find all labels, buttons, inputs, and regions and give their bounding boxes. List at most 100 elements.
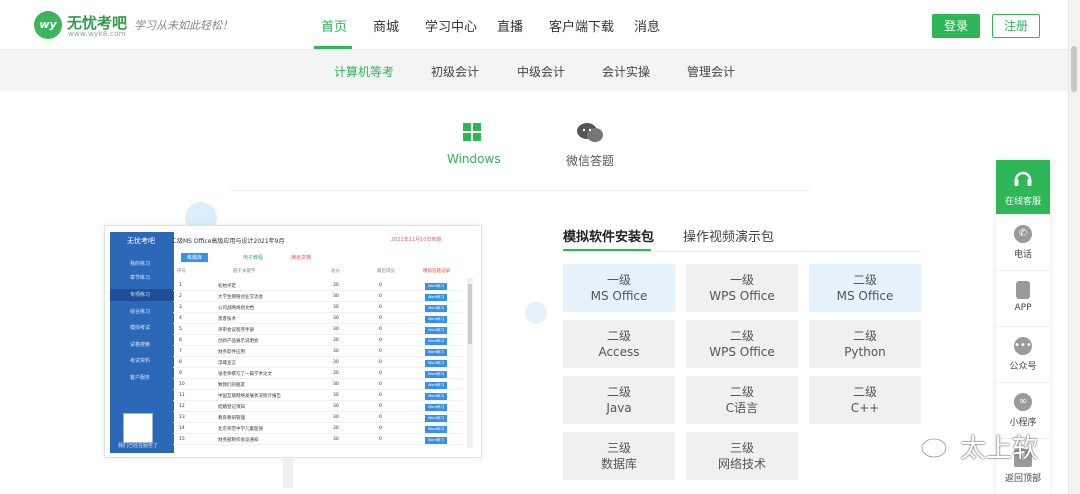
- watermark-text: 太上软: [960, 434, 1039, 464]
- preview-cell: 2: [179, 294, 182, 299]
- preview-cell: 12: [179, 404, 185, 409]
- preview-title: 二级MS Office高级应用与设计2021年9月: [171, 238, 285, 245]
- preview-col: 模拟答题记录: [423, 269, 450, 274]
- preview-cell: 6: [179, 338, 182, 343]
- preview-cell: 10: [179, 382, 185, 387]
- preview-cell: 30: [333, 294, 339, 299]
- login-button[interactable]: 登录: [932, 14, 980, 38]
- preview-cell: 0: [379, 360, 382, 365]
- category-accounting-practice[interactable]: 会计实操: [602, 63, 650, 80]
- preview-cell: 3: [179, 305, 182, 310]
- package-level: 二级: [729, 385, 754, 399]
- nav-client-download[interactable]: 客户端下载: [549, 16, 614, 35]
- category-computer-exam[interactable]: 计算机等考: [334, 63, 394, 80]
- logo-icon[interactable]: wy: [34, 11, 62, 39]
- nav-messages[interactable]: 消息: [634, 16, 660, 35]
- nav-home[interactable]: 首页: [321, 16, 347, 35]
- package-card[interactable]: 二级 Java: [563, 376, 675, 424]
- platform-windows-label: Windows: [447, 152, 501, 166]
- side-item-phone[interactable]: ✆ 电话: [996, 214, 1050, 270]
- category-management-accounting[interactable]: 管理会计: [687, 63, 735, 80]
- preview-cell: 30: [333, 371, 339, 376]
- preview-cell: 30: [333, 426, 339, 431]
- package-name: WPS Office: [709, 345, 775, 359]
- tab-video-package[interactable]: 操作视频演示包: [683, 226, 774, 245]
- package-card[interactable]: 一级 MS Office: [563, 264, 675, 312]
- preview-cell: 1: [179, 283, 182, 288]
- side-item-app[interactable]: APP: [996, 270, 1050, 326]
- nav-live[interactable]: 直播: [497, 16, 523, 35]
- platform-wechat-label: 微信答题: [565, 154, 614, 168]
- preview-cell: 14: [179, 426, 185, 431]
- package-card[interactable]: 三级 数据库: [563, 432, 675, 480]
- package-name: C语言: [725, 401, 759, 415]
- preview-table-row: 11 中国互联网络发展状况统计报告 30 0 Word练习: [173, 390, 463, 401]
- preview-action-button: Word练习: [425, 437, 447, 444]
- preview-cell: 初始评定: [218, 284, 236, 289]
- preview-col: 题干关键字: [233, 269, 256, 274]
- preview-cell: 0: [379, 382, 382, 387]
- side-item-label: 公众号: [1009, 362, 1037, 372]
- preview-cell: 9: [179, 371, 182, 376]
- package-card[interactable]: 三级 网络技术: [686, 432, 798, 480]
- package-name: MS Office: [836, 289, 894, 303]
- preview-action-button: Word练习: [425, 404, 447, 411]
- preview-table-row: 10 致我们的朋友 30 0 Word练习: [173, 379, 463, 390]
- preview-cell: 财务部制作会议通知: [218, 438, 259, 443]
- package-card[interactable]: 二级 MS Office: [809, 264, 921, 312]
- preview-action-button: Word练习: [425, 382, 447, 389]
- nav-study-center[interactable]: 学习中心: [425, 16, 477, 35]
- preview-cell: 30: [333, 316, 339, 321]
- platform-windows[interactable]: Windows: [447, 122, 501, 166]
- preview-cell: 浮躁宣言: [218, 361, 236, 366]
- package-card[interactable]: 二级 C语言: [686, 376, 798, 424]
- preview-cell: 30: [333, 283, 339, 288]
- wechat-icon: [577, 123, 603, 142]
- preview-cell: 8: [179, 360, 182, 365]
- preview-menu-item: 模拟考试: [130, 325, 151, 331]
- page-scrollbar-thumb[interactable]: [1071, 46, 1077, 92]
- preview-cell: 30: [333, 360, 339, 365]
- preview-cell: 30: [333, 327, 339, 332]
- preview-cell: 北京师范中学儿童医保: [218, 427, 263, 432]
- preview-cell: 0: [379, 415, 382, 420]
- windows-icon: [463, 123, 481, 141]
- package-card[interactable]: 二级 Python: [809, 320, 921, 368]
- package-card[interactable]: 二级 WPS Office: [686, 320, 798, 368]
- platform-wechat[interactable]: 微信答题: [565, 122, 615, 169]
- preview-cell: 0: [379, 316, 382, 321]
- side-item-online-service[interactable]: 在线客服: [996, 160, 1050, 214]
- preview-tab: 练题库: [181, 253, 209, 262]
- package-name: Java: [606, 401, 632, 415]
- preview-cell: 30: [333, 415, 339, 420]
- category-intermediate-accounting[interactable]: 中级会计: [517, 63, 565, 80]
- preview-action-button: Word练习: [425, 349, 447, 356]
- package-name: Access: [598, 345, 640, 359]
- miniprogram-icon: ∞: [1014, 393, 1032, 411]
- preview-tabs: 练题库 电子教程 演示文档: [173, 251, 473, 263]
- package-level: 二级: [852, 273, 877, 287]
- divider: [230, 190, 810, 191]
- monitor-stand: [283, 458, 293, 488]
- preview-col: 最后得分: [377, 269, 395, 274]
- preview-action-button: Word练习: [425, 415, 447, 422]
- tab-software-package[interactable]: 模拟软件安装包: [563, 226, 654, 245]
- preview-cell: 0: [379, 338, 382, 343]
- preview-cell: 30: [333, 437, 339, 442]
- preview-scrollbar-thumb: [468, 284, 472, 344]
- preview-col: 总分: [331, 269, 340, 274]
- package-card[interactable]: 二级 C++: [809, 376, 921, 424]
- preview-cell: 0: [379, 294, 382, 299]
- package-card[interactable]: 一级 WPS Office: [686, 264, 798, 312]
- preview-table-row: 4 黑客技术 30 0 Word练习: [173, 313, 463, 324]
- side-item-official-account[interactable]: ••• 公众号: [996, 326, 1050, 382]
- package-name: WPS Office: [709, 289, 775, 303]
- package-card[interactable]: 二级 Access: [563, 320, 675, 368]
- preview-table-row: 14 北京师范中学儿童医保 30 0 Word练习: [173, 423, 463, 434]
- category-junior-accounting[interactable]: 初级会计: [431, 63, 479, 80]
- register-button[interactable]: 注册: [992, 14, 1040, 38]
- package-level: 二级: [729, 329, 754, 343]
- preview-tab: 电子教程: [243, 255, 264, 261]
- preview-action-button: Word练习: [425, 371, 447, 378]
- nav-mall[interactable]: 商城: [373, 16, 399, 35]
